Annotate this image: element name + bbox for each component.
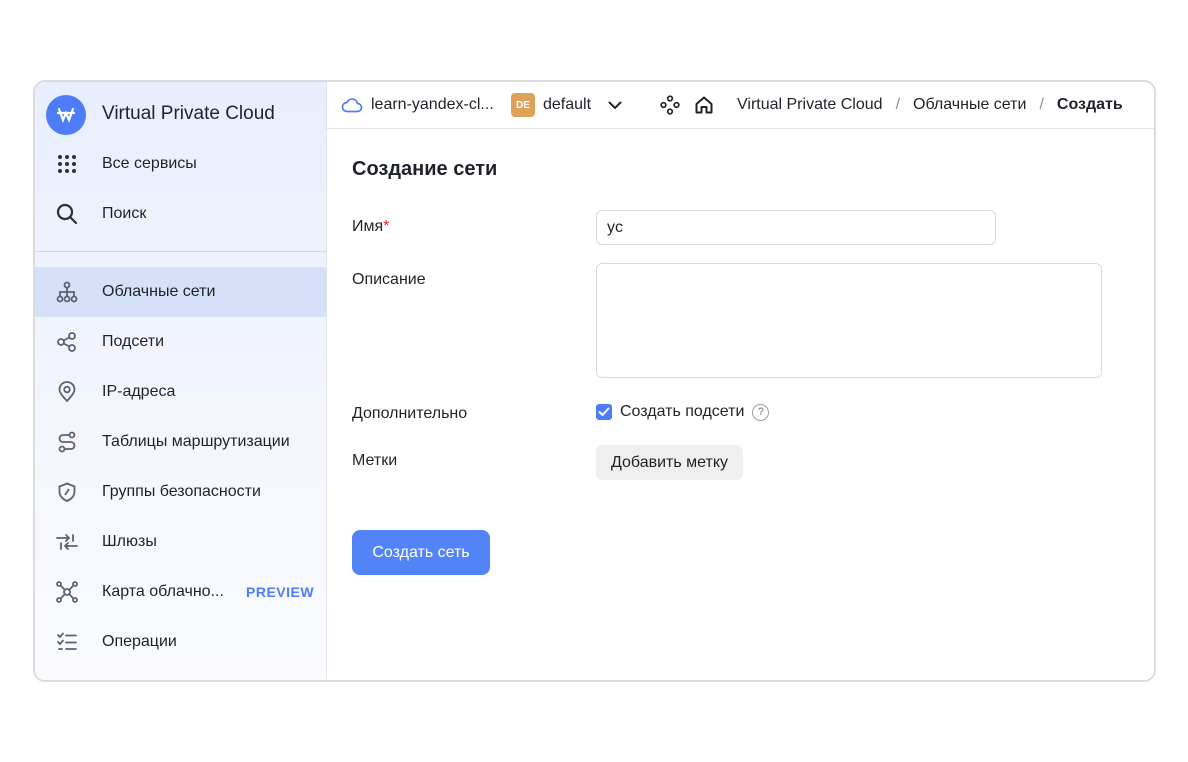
folder-badge: DE	[511, 93, 535, 117]
sidebar-item-label: Карта облачно...	[102, 583, 224, 600]
sidebar-item-ip-addresses[interactable]: IP-адреса	[35, 367, 326, 417]
shield-icon	[55, 480, 79, 504]
sidebar-item-label: Шлюзы	[102, 533, 157, 550]
subnets-icon	[55, 330, 79, 354]
folder-selector[interactable]: DE default	[511, 82, 622, 128]
sidebar-item-all-services[interactable]: Все сервисы	[35, 139, 326, 189]
name-input[interactable]	[596, 210, 996, 245]
grid-icon	[55, 152, 79, 176]
list-check-icon	[55, 630, 79, 654]
sidebar-item-label: Операции	[102, 633, 177, 650]
gateway-arrows-icon	[55, 530, 79, 554]
vpc-logo-icon[interactable]	[46, 95, 86, 135]
services-nodes-icon[interactable]	[660, 82, 680, 128]
sidebar: Virtual Private Cloud Все сервисы Поиск	[35, 82, 327, 680]
cloud-selector[interactable]: learn-yandex-cl...	[341, 82, 494, 128]
sidebar-item-security-groups[interactable]: Группы безопасности	[35, 467, 326, 517]
sidebar-item-operations[interactable]: Операции	[35, 617, 326, 667]
sidebar-item-label: Облачные сети	[102, 283, 216, 300]
sidebar-item-label: Все сервисы	[102, 155, 197, 172]
sidebar-item-label: Поиск	[102, 205, 147, 222]
help-icon[interactable]: ?	[752, 403, 770, 421]
sidebar-divider	[35, 251, 326, 252]
name-label: Имя*	[352, 218, 390, 235]
create-subnets-label[interactable]: Создать подсети	[620, 403, 744, 421]
description-label: Описание	[352, 271, 426, 288]
search-icon	[55, 202, 79, 226]
sidebar-brand-title: Virtual Private Cloud	[102, 103, 275, 124]
network-icon	[55, 280, 79, 304]
add-label-button[interactable]: Добавить метку	[596, 445, 744, 480]
sidebar-item-label: Группы безопасности	[102, 483, 261, 500]
required-mark: *	[383, 218, 390, 235]
sidebar-item-search[interactable]: Поиск	[35, 189, 326, 239]
breadcrumb-separator: /	[895, 96, 901, 113]
main-content: Создание сети Имя* Описание Дополнительн…	[327, 129, 1154, 680]
sidebar-item-gateways[interactable]: Шлюзы	[35, 517, 326, 567]
sidebar-item-cloud-networks[interactable]: Облачные сети	[35, 267, 326, 317]
additional-label: Дополнительно	[352, 405, 468, 422]
create-subnets-option: Создать подсети ?	[596, 403, 770, 421]
home-icon[interactable]	[694, 82, 714, 128]
labels-label: Метки	[352, 452, 398, 469]
route-icon	[55, 430, 79, 454]
description-textarea[interactable]	[596, 263, 1102, 378]
chevron-down-icon[interactable]	[608, 101, 622, 110]
breadcrumb-cloud-networks[interactable]: Облачные сети	[913, 96, 1026, 114]
sidebar-item-label: IP-адреса	[102, 383, 176, 400]
cloud-icon	[341, 97, 363, 113]
breadcrumb-vpc[interactable]: Virtual Private Cloud	[737, 96, 883, 114]
create-network-button[interactable]: Создать сеть	[352, 530, 490, 575]
sidebar-item-subnets[interactable]: Подсети	[35, 317, 326, 367]
top-bar: learn-yandex-cl... DE default Virtual Pr…	[327, 82, 1154, 129]
breadcrumb: Virtual Private Cloud / Облачные сети / …	[737, 82, 1123, 128]
breadcrumb-current: Создать	[1056, 96, 1123, 113]
sidebar-item-cloud-map[interactable]: Карта облачно... PREVIEW	[35, 567, 326, 617]
app-window: Virtual Private Cloud Все сервисы Поиск	[33, 80, 1156, 682]
page-title: Создание сети	[352, 158, 498, 180]
breadcrumb-separator: /	[1039, 96, 1044, 113]
preview-badge: PREVIEW	[246, 584, 315, 600]
folder-name: default	[543, 96, 592, 113]
location-pin-icon	[55, 380, 79, 404]
cloud-name: learn-yandex-cl...	[371, 96, 494, 113]
sidebar-item-label: Таблицы маршрутизации	[102, 433, 290, 450]
create-subnets-checkbox[interactable]	[596, 404, 612, 420]
sidebar-item-label: Подсети	[102, 333, 165, 350]
map-nodes-icon	[55, 580, 79, 604]
sidebar-item-route-tables[interactable]: Таблицы маршрутизации	[35, 417, 326, 467]
